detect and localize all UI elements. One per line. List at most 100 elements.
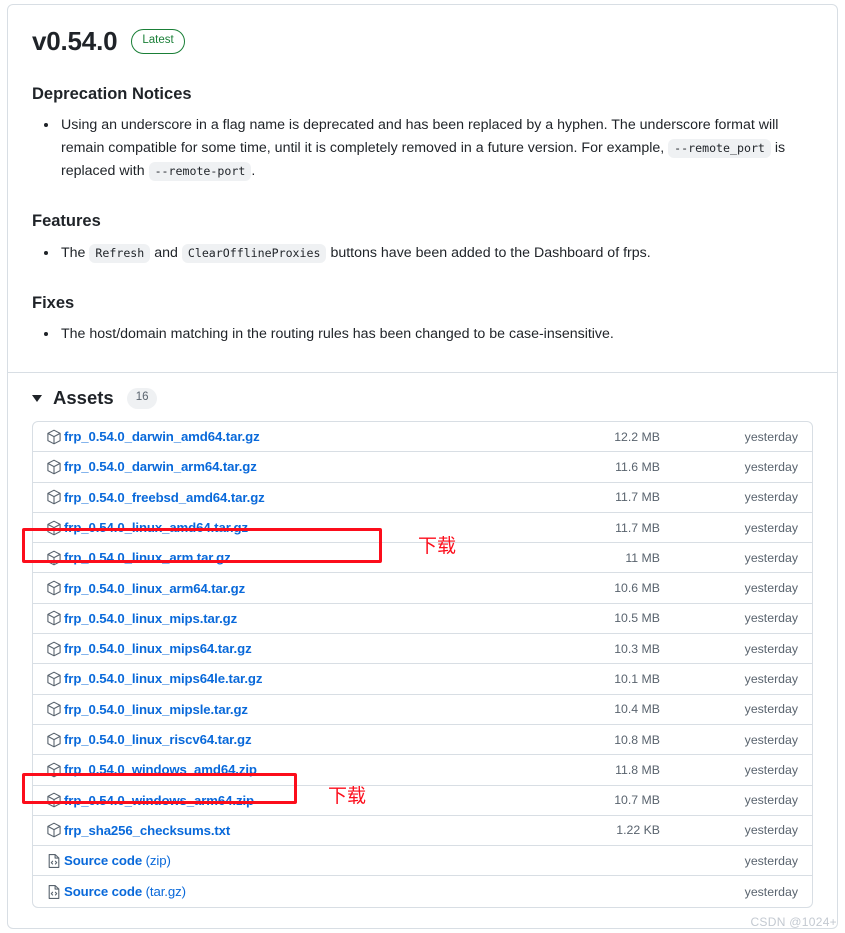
asset-size: 11 MB: [625, 550, 660, 565]
asset-size: 12.2 MB: [614, 429, 660, 444]
assets-header[interactable]: Assets 16: [32, 373, 813, 421]
asset-size: 10.3 MB: [614, 641, 660, 656]
asset-date: yesterday: [744, 853, 798, 868]
package-icon: [47, 732, 61, 747]
annotation-download-label-1: 下载: [418, 535, 457, 557]
asset-link[interactable]: frp_0.54.0_linux_mipsle.tar.gz: [64, 702, 248, 717]
annotation-download-label-2: 下载: [328, 785, 367, 807]
deprecation-notices-heading: Deprecation Notices: [32, 84, 192, 103]
package-icon: [47, 671, 61, 687]
asset-link[interactable]: Source code (zip): [64, 853, 171, 868]
asset-link[interactable]: frp_0.54.0_windows_arm64.zip: [64, 793, 254, 808]
asset-link[interactable]: frp_0.54.0_linux_mips64.tar.gz: [64, 641, 252, 656]
release-version-title: v0.54.0: [32, 26, 118, 56]
asset-size: 11.7 MB: [615, 520, 660, 535]
asset-link[interactable]: frp_0.54.0_linux_arm64.tar.gz: [64, 581, 245, 596]
table-row[interactable]: frp_0.54.0_linux_mips64.tar.gz 10.3 MB yes…: [33, 634, 812, 665]
list-item: The host/domain matching in the routing …: [59, 323, 813, 346]
assets-title: Assets: [53, 387, 114, 409]
chevron-down-icon[interactable]: [32, 395, 42, 403]
package-icon: [47, 792, 61, 808]
asset-name-cell: frp_0.54.0_windows_arm64.zip: [46, 792, 528, 808]
file-code-icon: [48, 884, 60, 899]
package-icon: [47, 823, 61, 838]
table-row[interactable]: frp_0.54.0_linux_riscv64.tar.gz 10.8 MB ye…: [33, 725, 812, 756]
asset-name-cell: frp_0.54.0_linux_arm64.tar.gz: [46, 580, 528, 596]
asset-size: 11.7 MB: [615, 490, 660, 505]
package-icon: [47, 580, 61, 596]
latest-badge: Latest: [131, 29, 185, 54]
asset-date: yesterday: [744, 429, 798, 444]
list-item: Using an underscore in a flag name is de…: [59, 114, 813, 183]
table-row[interactable]: frp_0.54.0_linux_mips.tar.gz 10.5 MB yeste…: [33, 604, 812, 635]
release-page: v0.54.0 Latest Deprecation Notices Using…: [0, 0, 845, 933]
asset-link[interactable]: frp_0.54.0_linux_mips64le.tar.gz: [64, 671, 262, 686]
asset-link[interactable]: frp_0.54.0_linux_amd64.tar.gz: [64, 520, 248, 535]
features-list: The Refresh and ClearOfflineProxies butt…: [32, 242, 813, 265]
table-row[interactable]: frp_0.54.0_freebsd_amd64.tar.gz 11.7 MB ye…: [33, 483, 812, 513]
asset-link[interactable]: frp_0.54.0_darwin_arm64.tar.gz: [64, 459, 257, 474]
features-text-part2: and: [154, 244, 178, 261]
release-card: v0.54.0 Latest Deprecation Notices Using…: [7, 4, 838, 929]
asset-name-cell: frp_0.54.0_darwin_arm64.tar.gz: [46, 459, 528, 475]
asset-size: 11.8 MB: [615, 762, 660, 777]
asset-date: yesterday: [744, 793, 798, 808]
asset-name-cell: frp_0.54.0_linux_mips64.tar.gz: [46, 641, 528, 657]
asset-size: 10.5 MB: [614, 611, 660, 626]
asset-name-cell: frp_0.54.0_darwin_amd64.tar.gz: [46, 429, 528, 445]
package-icon: [47, 701, 61, 717]
asset-date: yesterday: [744, 641, 798, 656]
asset-date: yesterday: [744, 550, 798, 565]
asset-date: yesterday: [744, 520, 798, 535]
asset-name-cell: frp_0.54.0_linux_mips64le.tar.gz: [46, 671, 528, 687]
fixes-heading: Fixes: [32, 293, 75, 312]
asset-date: yesterday: [744, 581, 798, 596]
deprecation-text-part3: .: [251, 163, 256, 180]
asset-link[interactable]: frp_0.54.0_linux_riscv64.tar.gz: [64, 732, 252, 747]
asset-size: 10.6 MB: [614, 581, 660, 596]
deprecation-notices-list: Using an underscore in a flag name is de…: [32, 114, 813, 183]
asset-link[interactable]: frp_0.54.0_linux_mips.tar.gz: [64, 611, 237, 626]
asset-link[interactable]: frp_sha256_checksums.txt: [64, 823, 230, 838]
table-row[interactable]: frp_0.54.0_windows_arm64.zip 10.7 MB yeste…: [33, 786, 812, 816]
asset-link[interactable]: Source code (tar.gz): [64, 884, 186, 899]
table-row[interactable]: frp_0.54.0_linux_arm64.tar.gz 10.6 MB yest…: [33, 573, 812, 604]
package-icon: [47, 429, 61, 444]
asset-name-cell: frp_0.54.0_linux_amd64.tar.gz: [46, 520, 528, 536]
table-row[interactable]: frp_0.54.0_linux_mips64le.tar.gz 10.1 MB y…: [33, 664, 812, 695]
fixes-list: The host/domain matching in the routing …: [32, 323, 813, 346]
asset-size: 10.1 MB: [614, 671, 660, 686]
asset-link[interactable]: frp_0.54.0_windows_amd64.zip: [64, 762, 257, 777]
asset-date: yesterday: [744, 459, 798, 474]
asset-date: yesterday: [744, 823, 798, 838]
asset-size: 10.7 MB: [614, 793, 660, 808]
package-icon: [47, 489, 61, 505]
asset-date: yesterday: [744, 732, 798, 747]
table-row[interactable]: frp_0.54.0_linux_mipsle.tar.gz 10.4 MB yes…: [33, 695, 812, 725]
package-icon: [47, 550, 61, 566]
package-icon: [47, 520, 61, 535]
table-row[interactable]: Source code (zip) yesterday: [33, 846, 812, 877]
asset-size: 10.4 MB: [614, 702, 660, 717]
asset-name-cell: frp_0.54.0_freebsd_amd64.tar.gz: [46, 489, 528, 505]
table-row[interactable]: frp_0.54.0_darwin_amd64.tar.gz 12.2 MB yes…: [33, 422, 812, 453]
features-text-part3: buttons have been added to the Dashboard…: [330, 244, 651, 261]
table-row[interactable]: frp_sha256_checksums.txt 1.22 KB yesterday: [33, 816, 812, 847]
asset-size: 10.8 MB: [614, 732, 660, 747]
asset-name-cell: frp_0.54.0_linux_mips.tar.gz: [46, 610, 528, 626]
asset-name-cell: frp_sha256_checksums.txt: [46, 822, 528, 838]
table-row[interactable]: Source code (tar.gz) yesterday: [33, 876, 812, 906]
list-item: The Refresh and ClearOfflineProxies butt…: [59, 242, 813, 265]
asset-name-cell: Source code (tar.gz): [46, 884, 528, 900]
csdn-watermark: CSDN @1024+: [750, 915, 837, 929]
asset-link[interactable]: frp_0.54.0_linux_arm.tar.gz: [64, 550, 231, 565]
assets-table: frp_0.54.0_darwin_amd64.tar.gz 12.2 MB yes…: [32, 420, 813, 908]
package-icon: [47, 611, 61, 626]
table-row[interactable]: frp_0.54.0_darwin_arm64.tar.gz 11.6 MB yes…: [33, 452, 812, 483]
table-row[interactable]: frp_0.54.0_windows_amd64.zip 11.8 MB yeste…: [33, 755, 812, 786]
asset-link[interactable]: frp_0.54.0_darwin_amd64.tar.gz: [64, 429, 260, 444]
asset-date: yesterday: [744, 702, 798, 717]
asset-size: 11.6 MB: [615, 459, 660, 474]
asset-link[interactable]: frp_0.54.0_freebsd_amd64.tar.gz: [64, 490, 265, 505]
asset-date: yesterday: [744, 884, 798, 899]
